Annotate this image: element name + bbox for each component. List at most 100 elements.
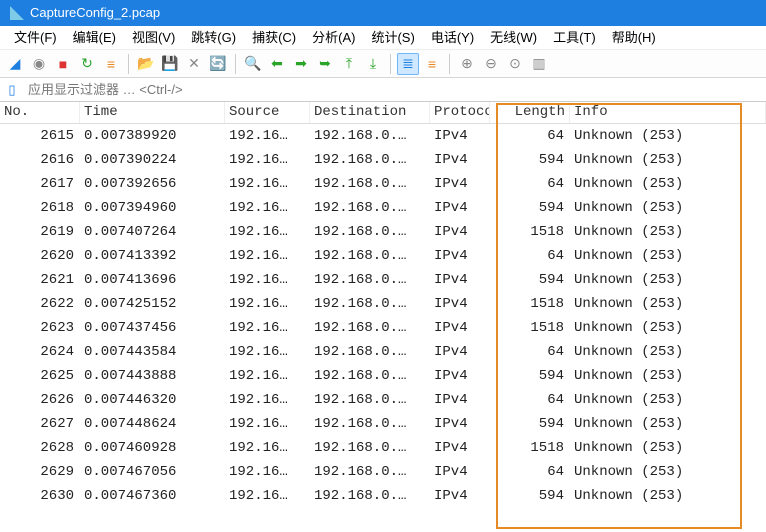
menu-item-0[interactable]: 文件(F) <box>6 26 65 49</box>
menu-item-10[interactable]: 帮助(H) <box>604 26 664 49</box>
col-header-destination[interactable]: Destination <box>310 102 430 123</box>
cell-no: 2627 <box>0 412 80 436</box>
shark-fin-icon[interactable]: ◢ <box>4 53 26 75</box>
cell-time: 0.007460928 <box>80 436 225 460</box>
save-icon[interactable]: 💾 <box>159 53 181 75</box>
table-row[interactable]: 26250.007443888192.16…192.168.0.…IPv4594… <box>0 364 766 388</box>
cell-protocol: IPv4 <box>430 460 490 484</box>
display-filter-input[interactable] <box>24 80 766 99</box>
menu-item-3[interactable]: 跳转(G) <box>183 26 244 49</box>
cell-protocol: IPv4 <box>430 316 490 340</box>
cell-no: 2624 <box>0 340 80 364</box>
menu-item-9[interactable]: 工具(T) <box>545 26 604 49</box>
cell-time: 0.007437456 <box>80 316 225 340</box>
cell-info: Unknown (253) <box>570 316 766 340</box>
col-header-info[interactable]: Info <box>570 102 766 123</box>
first-icon[interactable]: ⤒ <box>338 53 360 75</box>
cell-protocol: IPv4 <box>430 340 490 364</box>
table-row[interactable]: 26190.007407264192.16…192.168.0.…IPv4151… <box>0 220 766 244</box>
resize-cols-icon[interactable]: ▥ <box>528 53 550 75</box>
app-shark-fin-icon <box>8 5 24 21</box>
cell-no: 2617 <box>0 172 80 196</box>
zoom-reset-icon[interactable]: ⊙ <box>504 53 526 75</box>
capture-filter-icon[interactable]: ≡ <box>100 53 122 75</box>
cell-no: 2629 <box>0 460 80 484</box>
packet-list[interactable]: 26150.007389920192.16…192.168.0.…IPv464U… <box>0 124 766 508</box>
cell-source: 192.16… <box>225 388 310 412</box>
table-row[interactable]: 26160.007390224192.16…192.168.0.…IPv4594… <box>0 148 766 172</box>
table-row[interactable]: 26230.007437456192.16…192.168.0.…IPv4151… <box>0 316 766 340</box>
table-row[interactable]: 26220.007425152192.16…192.168.0.…IPv4151… <box>0 292 766 316</box>
cell-time: 0.007413392 <box>80 244 225 268</box>
menu-item-2[interactable]: 视图(V) <box>124 26 183 49</box>
cell-source: 192.16… <box>225 340 310 364</box>
cell-no: 2625 <box>0 364 80 388</box>
table-row[interactable]: 26150.007389920192.16…192.168.0.…IPv464U… <box>0 124 766 148</box>
cell-protocol: IPv4 <box>430 220 490 244</box>
reload-icon[interactable]: 🔄 <box>207 53 229 75</box>
cell-protocol: IPv4 <box>430 388 490 412</box>
col-header-length[interactable]: Length <box>490 102 570 123</box>
table-row[interactable]: 26290.007467056192.16…192.168.0.…IPv464U… <box>0 460 766 484</box>
bookmark-filter-icon[interactable]: ▯ <box>4 82 20 98</box>
cell-no: 2616 <box>0 148 80 172</box>
cell-protocol: IPv4 <box>430 196 490 220</box>
col-header-time[interactable]: Time <box>80 102 225 123</box>
packet-list-header[interactable]: No. Time Source Destination Protocol Len… <box>0 102 766 124</box>
table-row[interactable]: 26180.007394960192.16…192.168.0.…IPv4594… <box>0 196 766 220</box>
cell-no: 2619 <box>0 220 80 244</box>
col-header-no[interactable]: No. <box>0 102 80 123</box>
stop-icon[interactable]: ■ <box>52 53 74 75</box>
cell-no: 2626 <box>0 388 80 412</box>
cell-destination: 192.168.0.… <box>310 484 430 508</box>
table-row[interactable]: 26300.007467360192.16…192.168.0.…IPv4594… <box>0 484 766 508</box>
autoscroll-icon[interactable]: ≣ <box>397 53 419 75</box>
cell-source: 192.16… <box>225 292 310 316</box>
table-row[interactable]: 26170.007392656192.16…192.168.0.…IPv464U… <box>0 172 766 196</box>
table-row[interactable]: 26240.007443584192.16…192.168.0.…IPv464U… <box>0 340 766 364</box>
table-row[interactable]: 26280.007460928192.16…192.168.0.…IPv4151… <box>0 436 766 460</box>
cell-destination: 192.168.0.… <box>310 172 430 196</box>
go-forward-icon[interactable]: ➡ <box>290 53 312 75</box>
menu-item-1[interactable]: 编辑(E) <box>65 26 124 49</box>
go-to-icon[interactable]: ➥ <box>314 53 336 75</box>
cell-time: 0.007389920 <box>80 124 225 148</box>
cell-source: 192.16… <box>225 148 310 172</box>
menu-item-4[interactable]: 捕获(C) <box>244 26 304 49</box>
go-back-icon[interactable]: ⬅ <box>266 53 288 75</box>
cell-source: 192.16… <box>225 412 310 436</box>
cell-time: 0.007448624 <box>80 412 225 436</box>
cell-no: 2615 <box>0 124 80 148</box>
menu-item-7[interactable]: 电话(Y) <box>423 26 482 49</box>
col-header-source[interactable]: Source <box>225 102 310 123</box>
find-icon[interactable]: 🔍 <box>242 53 264 75</box>
close-icon[interactable]: ✕ <box>183 53 205 75</box>
cell-info: Unknown (253) <box>570 436 766 460</box>
open-icon[interactable]: 📂 <box>135 53 157 75</box>
cell-time: 0.007392656 <box>80 172 225 196</box>
title-bar[interactable]: CaptureConfig_2.pcap <box>0 0 766 26</box>
cell-length: 1518 <box>490 436 570 460</box>
colorize-icon[interactable]: ≡ <box>421 53 443 75</box>
display-filter-bar: ▯ <box>0 78 766 102</box>
zoom-in-icon[interactable]: ⊕ <box>456 53 478 75</box>
table-row[interactable]: 26270.007448624192.16…192.168.0.…IPv4594… <box>0 412 766 436</box>
restart-icon[interactable]: ↻ <box>76 53 98 75</box>
cell-no: 2621 <box>0 268 80 292</box>
table-row[interactable]: 26200.007413392192.16…192.168.0.…IPv464U… <box>0 244 766 268</box>
zoom-out-icon[interactable]: ⊖ <box>480 53 502 75</box>
cell-length: 1518 <box>490 316 570 340</box>
cell-protocol: IPv4 <box>430 436 490 460</box>
table-row[interactable]: 26210.007413696192.16…192.168.0.…IPv4594… <box>0 268 766 292</box>
capture-options-icon[interactable]: ◉ <box>28 53 50 75</box>
last-icon[interactable]: ⤓ <box>362 53 384 75</box>
menu-item-6[interactable]: 统计(S) <box>363 26 422 49</box>
menu-item-8[interactable]: 无线(W) <box>482 26 545 49</box>
cell-protocol: IPv4 <box>430 364 490 388</box>
cell-destination: 192.168.0.… <box>310 220 430 244</box>
col-header-protocol[interactable]: Protocol <box>430 102 490 123</box>
cell-info: Unknown (253) <box>570 340 766 364</box>
table-row[interactable]: 26260.007446320192.16…192.168.0.…IPv464U… <box>0 388 766 412</box>
menu-item-5[interactable]: 分析(A) <box>304 26 363 49</box>
cell-length: 594 <box>490 484 570 508</box>
